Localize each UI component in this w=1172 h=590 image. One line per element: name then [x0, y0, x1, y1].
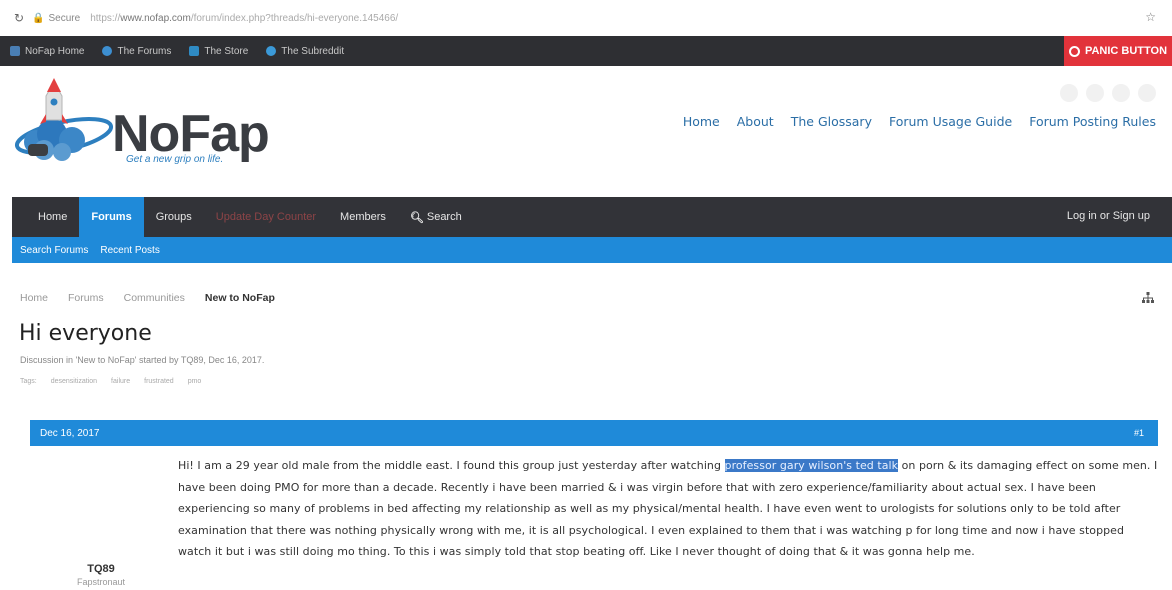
home-icon — [10, 46, 20, 56]
tab-home[interactable]: Home — [12, 197, 79, 237]
subnav-recent-posts[interactable]: Recent Posts — [100, 245, 159, 256]
panic-icon — [1068, 45, 1080, 57]
breadcrumb: Home Forums Communities New to NoFap — [20, 292, 295, 304]
tag-item[interactable]: pmo — [188, 378, 202, 385]
tab-members[interactable]: Members — [328, 197, 398, 237]
topbar-link-subreddit[interactable]: The Subreddit — [266, 46, 344, 57]
post-number[interactable]: #1 — [1134, 428, 1144, 438]
main-nav: Home Forums Groups Update Day Counter Me… — [12, 197, 1172, 237]
secure-label: Secure — [48, 12, 81, 24]
network-top-bar: NoFap Home The Forums The Store The Subr… — [0, 36, 1172, 66]
subnav-search-forums[interactable]: Search Forums — [20, 245, 88, 256]
author-role: Fapstronaut — [76, 577, 126, 587]
rocket-logo-icon — [14, 78, 114, 161]
forums-icon — [102, 46, 113, 56]
breadcrumb-forums[interactable]: Forums — [68, 292, 104, 304]
reddit-icon — [266, 46, 277, 56]
social-icon-3[interactable] — [1112, 84, 1130, 102]
social-icon-1[interactable] — [1060, 84, 1078, 102]
cart-icon — [189, 46, 200, 56]
sitemap-icon[interactable] — [1142, 292, 1154, 304]
sub-nav: Search Forums Recent Posts — [12, 237, 1172, 263]
search-icon: 🔍︎ — [409, 211, 424, 224]
header-nav-about[interactable]: About — [737, 114, 774, 129]
reload-icon[interactable]: ↻ — [14, 11, 24, 25]
login-signup-link[interactable]: Log in or Sign up — [1067, 210, 1150, 222]
tag-item[interactable]: frustrated — [144, 378, 174, 385]
header-nav: Home About The Glossary Forum Usage Guid… — [666, 114, 1156, 129]
header-nav-usage-guide[interactable]: Forum Usage Guide — [889, 114, 1012, 129]
header-nav-home[interactable]: Home — [683, 114, 720, 129]
tab-groups[interactable]: Groups — [144, 197, 204, 237]
lock-icon: 🔒 — [32, 12, 45, 24]
breadcrumb-current[interactable]: New to NoFap — [205, 292, 275, 304]
breadcrumb-home[interactable]: Home — [20, 292, 48, 304]
topbar-link-store[interactable]: The Store — [189, 46, 248, 57]
social-icon-4[interactable] — [1138, 84, 1156, 102]
tab-forums[interactable]: Forums — [79, 197, 144, 237]
post-author: TQ89 Fapstronaut — [56, 563, 146, 587]
post-body: Hi! I am a 29 year old male from the mid… — [178, 459, 1158, 558]
bookmark-star-icon[interactable]: ☆ — [1145, 10, 1156, 24]
thread-title: Hi everyone — [19, 321, 152, 346]
tags-label: Tags: — [20, 378, 37, 385]
tab-update-day-counter[interactable]: Update Day Counter — [204, 197, 328, 237]
site-logo[interactable]: NoFap Get a new grip on life. — [14, 74, 284, 184]
panic-button[interactable]: PANIC BUTTON — [1064, 36, 1172, 66]
social-icons — [1052, 84, 1156, 102]
topbar-link-forums[interactable]: The Forums — [102, 46, 171, 57]
logo-tagline: Get a new grip on life. — [126, 154, 224, 165]
social-icon-2[interactable] — [1086, 84, 1104, 102]
browser-address-bar: ↻ 🔒 Secure https://www.nofap.com/forum/i… — [0, 0, 1172, 36]
tag-item[interactable]: desensitization — [51, 378, 97, 385]
tag-item[interactable]: failure — [111, 378, 130, 385]
header-nav-posting-rules[interactable]: Forum Posting Rules — [1029, 114, 1156, 129]
highlighted-text: professor gary wilson's ted talk — [724, 459, 899, 472]
breadcrumb-communities[interactable]: Communities — [124, 292, 185, 304]
post-header-bar: Dec 16, 2017 #1 — [30, 420, 1158, 446]
author-name[interactable]: TQ89 — [56, 563, 146, 575]
site-header: NoFap Get a new grip on life. Home About… — [0, 66, 1172, 186]
url-field[interactable]: https://www.nofap.com/forum/index.php?th… — [90, 13, 398, 24]
thread-tags: Tags: desensitization failure frustrated… — [20, 378, 215, 385]
topbar-link-nofap-home[interactable]: NoFap Home — [10, 46, 84, 57]
header-nav-glossary[interactable]: The Glossary — [791, 114, 872, 129]
thread-meta: Discussion in 'New to NoFap' started by … — [20, 355, 265, 365]
post-date[interactable]: Dec 16, 2017 — [40, 428, 100, 439]
tab-search[interactable]: 🔍︎ Search — [398, 197, 474, 237]
